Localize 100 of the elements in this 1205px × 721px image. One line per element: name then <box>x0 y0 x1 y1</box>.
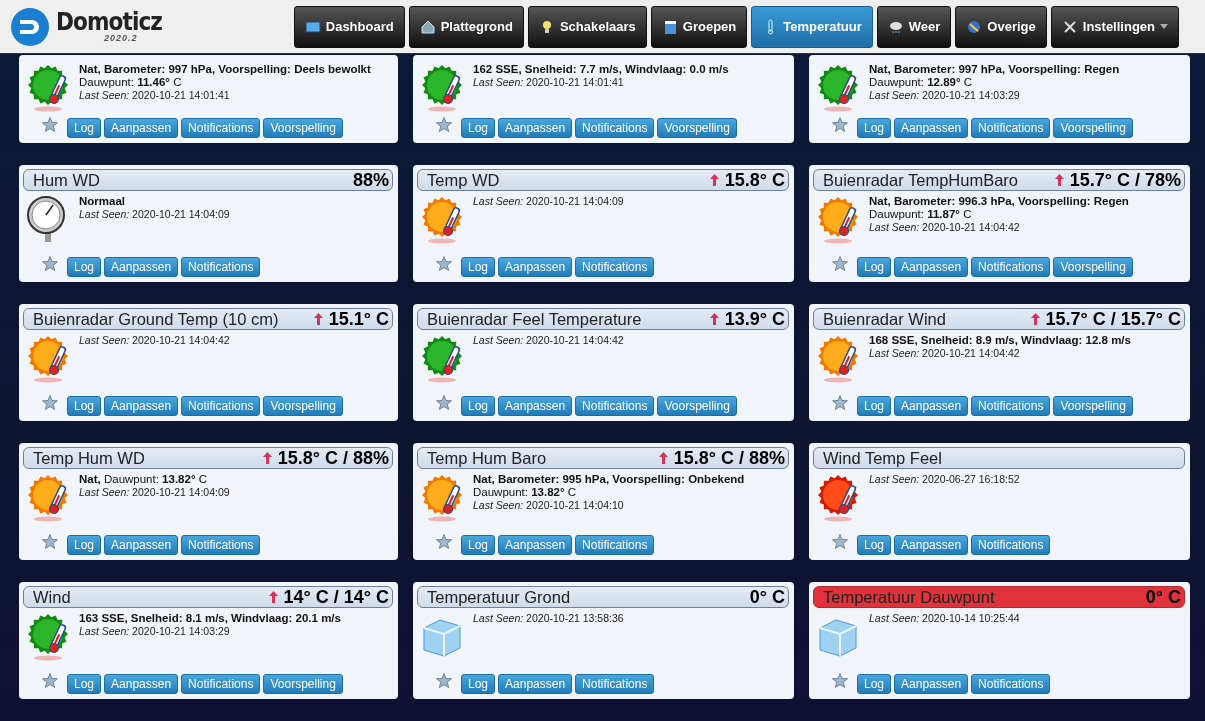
action-button[interactable]: Log <box>461 117 496 138</box>
globe-icon <box>966 18 983 35</box>
action-button[interactable]: Voorspelling <box>657 395 737 416</box>
action-button[interactable]: Log <box>461 673 496 694</box>
action-button[interactable]: Notifications <box>971 534 1051 555</box>
nav-tab[interactable]: Instellingen <box>1050 5 1179 48</box>
star-icon[interactable] <box>436 256 452 271</box>
last-seen-text: Last Seen: 2020-10-21 14:04:42 <box>473 334 624 347</box>
star-icon[interactable] <box>832 117 848 132</box>
action-button[interactable]: Aanpassen <box>894 395 969 416</box>
action-button[interactable]: Log <box>67 534 102 555</box>
action-button[interactable]: Notifications <box>181 117 261 138</box>
action-button[interactable]: Notifications <box>971 256 1051 277</box>
action-button[interactable]: Aanpassen <box>894 534 969 555</box>
device-status: Dauwpunt: 11.87° C <box>869 208 973 221</box>
last-seen-text: Last Seen: 2020-10-21 14:04:09 <box>79 208 230 221</box>
star-icon[interactable] <box>42 534 58 549</box>
action-button[interactable]: Voorspelling <box>263 673 343 694</box>
action-button[interactable]: Voorspelling <box>263 395 343 416</box>
action-button[interactable]: Notifications <box>181 395 261 416</box>
nav-tab[interactable]: Schakelaars <box>527 5 647 48</box>
action-button[interactable]: Log <box>461 395 496 416</box>
action-button[interactable]: Notifications <box>181 256 261 277</box>
action-button[interactable]: Log <box>67 256 102 277</box>
device-name: Temp WD <box>427 170 500 190</box>
action-button[interactable]: Notifications <box>181 534 261 555</box>
star-icon[interactable] <box>436 673 452 688</box>
action-button[interactable]: Notifications <box>181 673 261 694</box>
nav-tab[interactable]: Temperatuur <box>751 5 873 48</box>
action-button[interactable]: Notifications <box>575 534 655 555</box>
action-button[interactable]: Aanpassen <box>104 256 179 277</box>
device-name: Wind <box>33 587 71 607</box>
action-button[interactable]: Voorspelling <box>657 117 737 138</box>
action-button[interactable]: Log <box>67 117 102 138</box>
last-seen-text: Last Seen: 2020-10-14 10:25:44 <box>869 612 1020 625</box>
action-button[interactable]: Notifications <box>971 117 1051 138</box>
device-status: Normaal <box>79 195 127 208</box>
thermometer-icon <box>816 63 860 113</box>
star-icon[interactable] <box>832 256 848 271</box>
star-icon[interactable] <box>42 117 58 132</box>
star-icon[interactable] <box>436 395 452 410</box>
action-button[interactable]: Log <box>857 673 892 694</box>
action-button[interactable]: Log <box>67 673 102 694</box>
device-status: Nat, Barometer: 995 hPa, Voorspelling: Onbekend <box>473 473 745 486</box>
nav-tab[interactable]: Plattegrond <box>408 5 524 48</box>
device-status: 163 SSE, Snelheid: 8.1 m/s, Windvlaag: 20.1 m/s <box>79 612 341 625</box>
action-button[interactable]: Notifications <box>971 395 1051 416</box>
thermometer-icon <box>420 195 464 245</box>
star-icon[interactable] <box>436 117 452 132</box>
action-button[interactable]: Aanpassen <box>104 117 179 138</box>
nav-tab[interactable]: Overige <box>955 5 1047 48</box>
nav-tab[interactable]: Weer <box>876 5 952 48</box>
device-value: 0° C <box>749 586 785 608</box>
action-button[interactable]: Log <box>461 256 496 277</box>
device-status: Dauwpunt: 11.46° C <box>79 76 183 89</box>
action-button[interactable]: Voorspelling <box>1053 117 1133 138</box>
action-button[interactable]: Log <box>857 117 892 138</box>
star-icon[interactable] <box>436 534 452 549</box>
device-name: Buienradar Ground Temp (10 cm) <box>33 309 279 329</box>
action-button[interactable]: Aanpassen <box>498 256 573 277</box>
action-button[interactable]: Voorspelling <box>1053 256 1133 277</box>
nav-tab[interactable]: Dashboard <box>293 5 405 48</box>
action-button[interactable]: Notifications <box>575 395 655 416</box>
action-button[interactable]: Aanpassen <box>498 534 573 555</box>
device-value: 14° C / 14° C <box>283 586 389 608</box>
action-button[interactable]: Aanpassen <box>104 395 179 416</box>
last-seen-text: Last Seen: 2020-10-21 14:04:10 <box>473 499 625 512</box>
action-button[interactable]: Notifications <box>575 256 655 277</box>
star-icon[interactable] <box>42 395 58 410</box>
action-button[interactable]: Aanpassen <box>498 395 573 416</box>
nav-tab[interactable]: Groepen <box>650 5 748 48</box>
action-button[interactable]: Voorspelling <box>263 117 343 138</box>
last-seen-text: Last Seen: 2020-10-21 14:01:41 <box>473 76 625 89</box>
device-status: Dauwpunt: 13.82° C <box>473 486 578 499</box>
device-status: Dauwpunt: 12.89° C <box>869 76 974 89</box>
action-button[interactable]: Aanpassen <box>894 117 969 138</box>
action-button[interactable]: Aanpassen <box>104 534 179 555</box>
action-button[interactable]: Notifications <box>971 673 1051 694</box>
star-icon[interactable] <box>42 256 58 271</box>
device-status: 162 SSE, Snelheid: 7.7 m/s, Windvlaag: 0.0 m/s <box>473 63 729 76</box>
action-button[interactable]: Aanpassen <box>894 673 969 694</box>
action-button[interactable]: Log <box>67 395 102 416</box>
star-icon[interactable] <box>42 673 58 688</box>
action-button[interactable]: Log <box>857 256 892 277</box>
action-button[interactable]: Log <box>461 534 496 555</box>
last-seen-text: Last Seen: 2020-10-21 14:04:42 <box>869 347 1021 360</box>
action-button[interactable]: Voorspelling <box>1053 395 1133 416</box>
star-icon[interactable] <box>832 673 848 688</box>
last-seen-text: Last Seen: 2020-10-21 14:03:29 <box>869 89 1021 102</box>
action-button[interactable]: Log <box>857 534 892 555</box>
action-button[interactable]: Aanpassen <box>894 256 969 277</box>
star-icon[interactable] <box>832 395 848 410</box>
action-button[interactable]: Aanpassen <box>104 673 179 694</box>
star-icon[interactable] <box>832 534 848 549</box>
last-seen-text: Last Seen: 2020-06-27 16:18:52 <box>869 473 1020 486</box>
action-button[interactable]: Aanpassen <box>498 673 573 694</box>
action-button[interactable]: Aanpassen <box>498 117 573 138</box>
action-button[interactable]: Notifications <box>575 117 655 138</box>
action-button[interactable]: Notifications <box>575 673 655 694</box>
action-button[interactable]: Log <box>857 395 892 416</box>
